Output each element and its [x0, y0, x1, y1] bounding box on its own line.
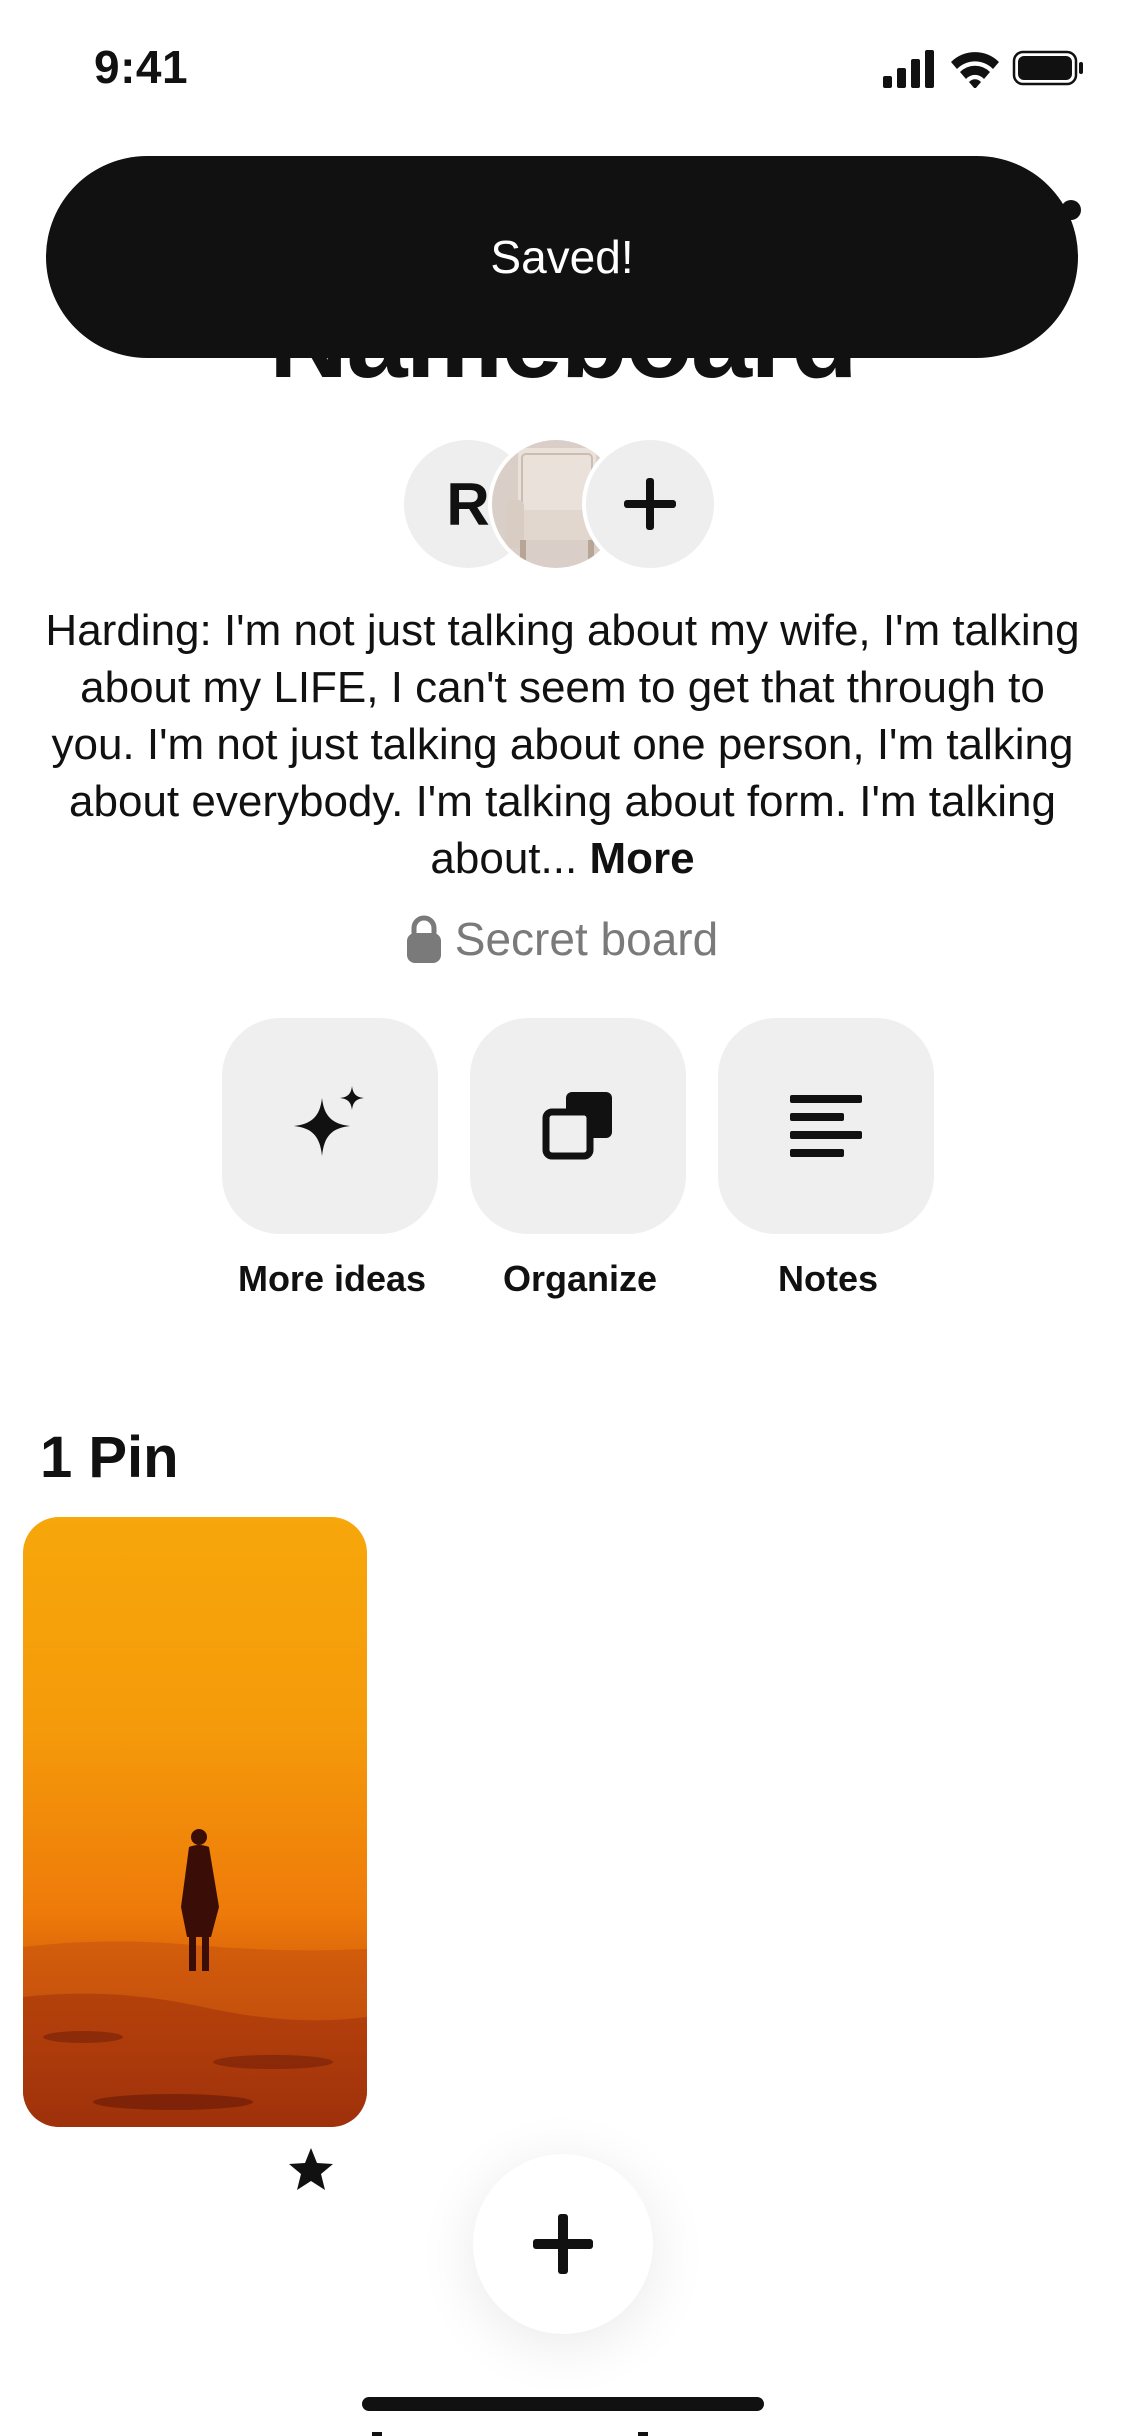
battery-icon — [1012, 50, 1083, 86]
notes-icon — [790, 1095, 862, 1157]
notes-button[interactable] — [718, 1018, 934, 1234]
more-ideas-action[interactable]: More ideas — [222, 1018, 440, 1299]
plus-icon — [624, 478, 676, 530]
toast-message: Saved! — [490, 231, 634, 283]
add-collaborator-button[interactable] — [582, 436, 718, 572]
description-text: Harding: I'm not just talking about my w… — [45, 606, 1080, 883]
star-icon[interactable] — [287, 2146, 335, 2192]
pin-image — [23, 1517, 367, 2127]
signal-icon — [883, 50, 934, 88]
notes-label: Notes — [777, 1258, 879, 1299]
more-ideas-button[interactable] — [222, 1018, 438, 1234]
organize-button[interactable] — [470, 1018, 686, 1234]
home-indicator — [362, 2397, 764, 2411]
sparkle-icon — [294, 1086, 364, 1156]
status-bar: 9:41 — [0, 0, 1125, 140]
status-icons — [883, 50, 1083, 88]
avatar-initial: R — [446, 470, 490, 538]
add-pin-button[interactable] — [473, 2154, 653, 2334]
pin-card[interactable] — [23, 1517, 367, 2127]
bottom-nav-peek — [372, 2432, 648, 2436]
wifi-icon — [951, 52, 999, 88]
organize-icon — [542, 1092, 612, 1160]
privacy-indicator: Secret board — [0, 912, 1125, 972]
more-link[interactable]: More — [589, 834, 694, 883]
organize-action[interactable]: Organize — [470, 1018, 688, 1299]
board-description: Harding: I'm not just talking about my w… — [44, 602, 1081, 887]
lock-icon — [406, 915, 441, 963]
saved-toast: Saved! — [46, 156, 1078, 358]
privacy-label: Secret board — [454, 913, 719, 965]
status-time: 9:41 — [94, 41, 189, 93]
pin-count: 1 Pin — [40, 1425, 179, 1490]
collaborators-row[interactable]: R — [0, 436, 1125, 574]
notes-action[interactable]: Notes — [718, 1018, 936, 1299]
plus-icon — [533, 2214, 593, 2274]
